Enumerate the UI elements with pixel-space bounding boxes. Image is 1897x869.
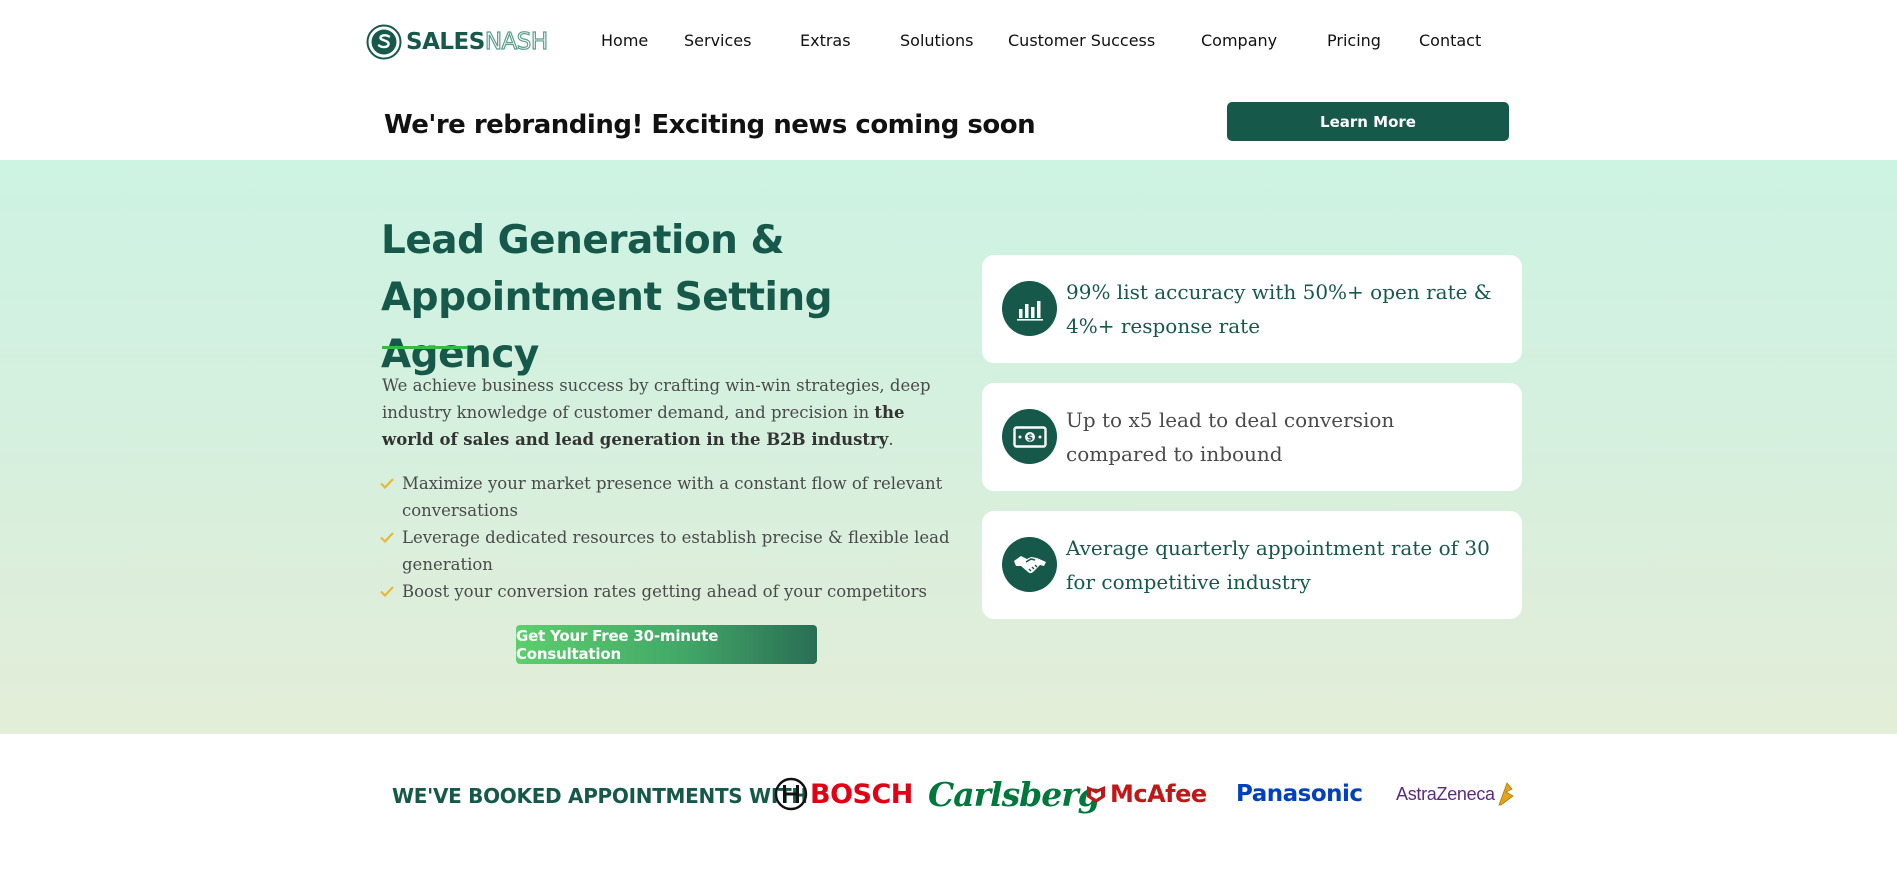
announcement-text: We're rebranding! Exciting news coming s… — [384, 110, 1036, 140]
nav-contact[interactable]: Contact — [1419, 31, 1481, 50]
logo-mark-icon — [366, 24, 402, 60]
check-icon — [380, 524, 396, 551]
benefit-text: Boost your conversion rates getting ahea… — [402, 582, 927, 601]
astrazeneca-symbol-icon — [1498, 782, 1514, 806]
stat-card-accuracy: 99% list accuracy with 50%+ open rate & … — [982, 255, 1522, 363]
nav-extras[interactable]: Extras — [800, 31, 851, 50]
stat-text-accuracy: 99% list accuracy with 50%+ open rate & … — [1066, 280, 1492, 338]
mcafee-wordmark: McAfee — [1110, 780, 1207, 808]
salesnash-logo[interactable]: SALESNASH — [366, 22, 549, 62]
hero-section: Lead Generation & Appointment Setting Ag… — [0, 160, 1897, 734]
nav-home[interactable]: Home — [601, 31, 648, 50]
hero-title: Lead Generation & Appointment Setting Ag… — [381, 212, 941, 383]
site-header: SALESNASH Home Services Extras Solutions… — [0, 0, 1897, 86]
panasonic-logo: Panasonic — [1236, 764, 1363, 824]
hero-description: We achieve business success by crafting … — [382, 372, 952, 453]
hero-title-line1: Lead Generation & — [381, 218, 785, 263]
mcafee-logo: McAfee — [1085, 764, 1207, 824]
nav-pricing[interactable]: Pricing — [1327, 31, 1381, 50]
learn-more-button[interactable]: Learn More — [1227, 102, 1509, 141]
check-icon — [380, 470, 396, 497]
carlsberg-logo: Carlsberg — [928, 764, 1101, 824]
bosch-logo: BOSCH — [774, 764, 913, 824]
bar-chart-icon — [1002, 281, 1057, 336]
hero-description-plain: We achieve business success by crafting … — [382, 376, 931, 422]
logo-wordmark-sales: SALES — [406, 29, 485, 55]
benefit-text: Leverage dedicated resources to establis… — [402, 528, 950, 574]
svg-text:$: $ — [1026, 433, 1032, 443]
stat-card-appointments: Average quarterly appointment rate of 30… — [982, 511, 1522, 619]
hero-title-line2: Appointment Setting Agency — [381, 275, 833, 377]
bosch-emblem-icon — [774, 777, 808, 811]
astrazeneca-logo: AstraZeneca — [1396, 764, 1515, 824]
mcafee-shield-icon — [1087, 786, 1105, 803]
panasonic-wordmark: Panasonic — [1236, 781, 1363, 807]
hero-description-end: . — [888, 430, 894, 449]
announcement-bar: We're rebranding! Exciting news coming s… — [0, 86, 1897, 160]
benefit-item: Maximize your market presence with a con… — [380, 470, 950, 524]
astrazeneca-wordmark: AstraZeneca — [1396, 783, 1495, 804]
clients-heading: WE'VE BOOKED APPOINTMENTS WITH — [392, 784, 808, 808]
benefit-list: Maximize your market presence with a con… — [380, 470, 950, 605]
bosch-wordmark: BOSCH — [810, 778, 913, 810]
benefit-item: Leverage dedicated resources to establis… — [380, 524, 950, 578]
stat-card-conversion: $ Up to x5 lead to deal conversion compa… — [982, 383, 1522, 491]
logo-wordmark: SALESNASH — [406, 28, 549, 55]
check-icon — [380, 578, 396, 605]
benefit-item: Boost your conversion rates getting ahea… — [380, 578, 950, 605]
nav-customer-success[interactable]: Customer Success — [1008, 31, 1155, 50]
nav-company[interactable]: Company — [1201, 31, 1277, 50]
money-bill-icon: $ — [1002, 409, 1057, 464]
nav-solutions[interactable]: Solutions — [900, 31, 974, 50]
free-consultation-button[interactable]: Get Your Free 30-minute Consultation — [516, 625, 817, 664]
benefit-text: Maximize your market presence with a con… — [402, 474, 943, 520]
handshake-icon — [1002, 537, 1057, 592]
logo-wordmark-nash: NASH — [484, 28, 549, 55]
carlsberg-wordmark: Carlsberg — [928, 774, 1101, 814]
stat-text-appointments: Average quarterly appointment rate of 30… — [1066, 536, 1490, 594]
hero-divider — [382, 346, 467, 349]
nav-services[interactable]: Services — [684, 31, 751, 50]
stat-text-conversion: Up to x5 lead to deal conversion compare… — [1066, 408, 1395, 466]
client-logos-section: WE'VE BOOKED APPOINTMENTS WITH BOSCH Car… — [0, 734, 1897, 869]
